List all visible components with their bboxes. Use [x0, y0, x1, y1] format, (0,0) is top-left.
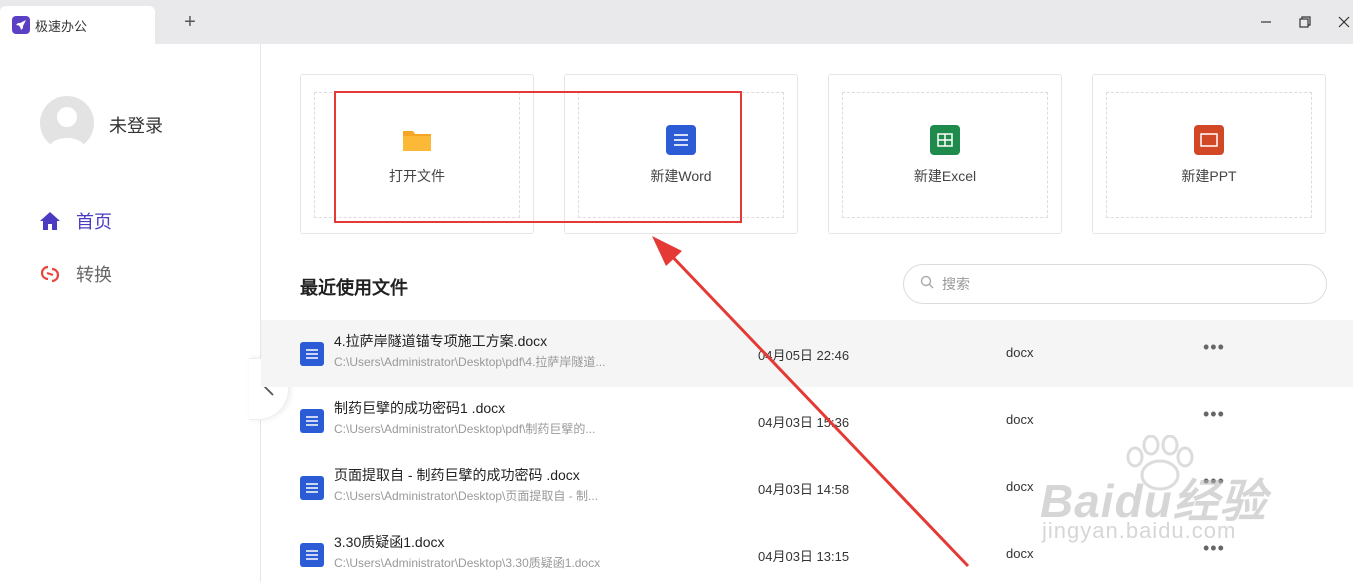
- new-ppt-card[interactable]: 新建PPT: [1092, 74, 1326, 234]
- card-label: 打开文件: [389, 167, 445, 184]
- file-date: 04月03日 15:36: [758, 415, 850, 430]
- search-box[interactable]: [903, 264, 1327, 304]
- word-icon: [666, 124, 696, 155]
- more-options-icon[interactable]: •••: [1203, 538, 1225, 559]
- search-icon: [920, 275, 934, 294]
- file-type: docx: [1006, 345, 1034, 360]
- file-name: 页面提取自 - 制药巨擘的成功密码 .docx: [334, 467, 580, 483]
- card-label: 新建Word: [650, 167, 712, 184]
- excel-icon: [930, 124, 960, 155]
- table-row[interactable]: 3.30质疑函1.docx C:\Users\Administrator\Des…: [261, 521, 1353, 582]
- more-options-icon[interactable]: •••: [1203, 404, 1225, 425]
- folder-icon: [402, 125, 432, 155]
- sidebar-item-label: 首页: [76, 212, 112, 232]
- file-name: 制药巨擘的成功密码1 .docx: [334, 400, 506, 416]
- table-row[interactable]: 页面提取自 - 制药巨擘的成功密码 .docx C:\Users\Adminis…: [261, 454, 1353, 521]
- search-input[interactable]: [942, 276, 1302, 292]
- word-file-icon: [300, 476, 324, 500]
- file-name: 4.拉萨岸隧道锚专项施工方案.docx: [334, 333, 548, 349]
- more-options-icon[interactable]: •••: [1203, 471, 1225, 492]
- user-name[interactable]: 未登录: [109, 112, 163, 138]
- restore-icon[interactable]: [1297, 14, 1313, 30]
- recent-files-title: 最近使用文件: [300, 278, 408, 298]
- app-tab[interactable]: 极速办公: [0, 6, 155, 44]
- new-excel-card[interactable]: 新建Excel: [828, 74, 1062, 234]
- sidebar-item-convert[interactable]: 转换: [38, 261, 112, 287]
- close-icon[interactable]: [1336, 14, 1352, 30]
- word-file-icon: [300, 543, 324, 567]
- file-type: docx: [1006, 412, 1034, 427]
- avatar[interactable]: [40, 96, 94, 150]
- title-bar: 极速办公 +: [0, 0, 1353, 44]
- ppt-icon: [1194, 124, 1224, 155]
- card-label: 新建PPT: [1181, 167, 1237, 184]
- file-date: 04月03日 14:58: [758, 482, 850, 497]
- sidebar-item-home[interactable]: 首页: [38, 208, 112, 234]
- more-options-icon[interactable]: •••: [1203, 337, 1225, 358]
- card-label: 新建Excel: [913, 167, 977, 184]
- rocket-logo-icon: [12, 16, 30, 34]
- convert-icon: [38, 262, 62, 286]
- sidebar: 未登录 首页 转换: [0, 44, 261, 582]
- sidebar-item-label: 转换: [76, 265, 112, 285]
- home-icon: [38, 209, 62, 233]
- word-file-icon: [300, 342, 324, 366]
- table-row[interactable]: 4.拉萨岸隧道锚专项施工方案.docx C:\Users\Administrat…: [261, 320, 1353, 387]
- file-path: C:\Users\Administrator\Desktop\3.30质疑函1.…: [334, 556, 601, 570]
- new-word-card[interactable]: 新建Word: [564, 74, 798, 234]
- minimize-icon[interactable]: [1258, 14, 1274, 30]
- file-type: docx: [1006, 546, 1034, 561]
- open-file-card[interactable]: 打开文件: [300, 74, 534, 234]
- file-path: C:\Users\Administrator\Desktop\pdf\4.拉萨岸…: [334, 355, 606, 369]
- file-name: 3.30质疑函1.docx: [334, 534, 445, 550]
- file-type: docx: [1006, 479, 1034, 494]
- file-path: C:\Users\Administrator\Desktop\pdf\制药巨擘的…: [334, 422, 596, 436]
- tab-title: 极速办公: [35, 18, 88, 34]
- new-tab-button[interactable]: +: [180, 12, 200, 32]
- table-row[interactable]: 制药巨擘的成功密码1 .docx C:\Users\Administrator\…: [261, 387, 1353, 454]
- file-date: 04月03日 13:15: [758, 549, 850, 564]
- file-path: C:\Users\Administrator\Desktop\页面提取自 - 制…: [334, 489, 599, 503]
- file-date: 04月05日 22:46: [758, 348, 850, 363]
- word-file-icon: [300, 409, 324, 433]
